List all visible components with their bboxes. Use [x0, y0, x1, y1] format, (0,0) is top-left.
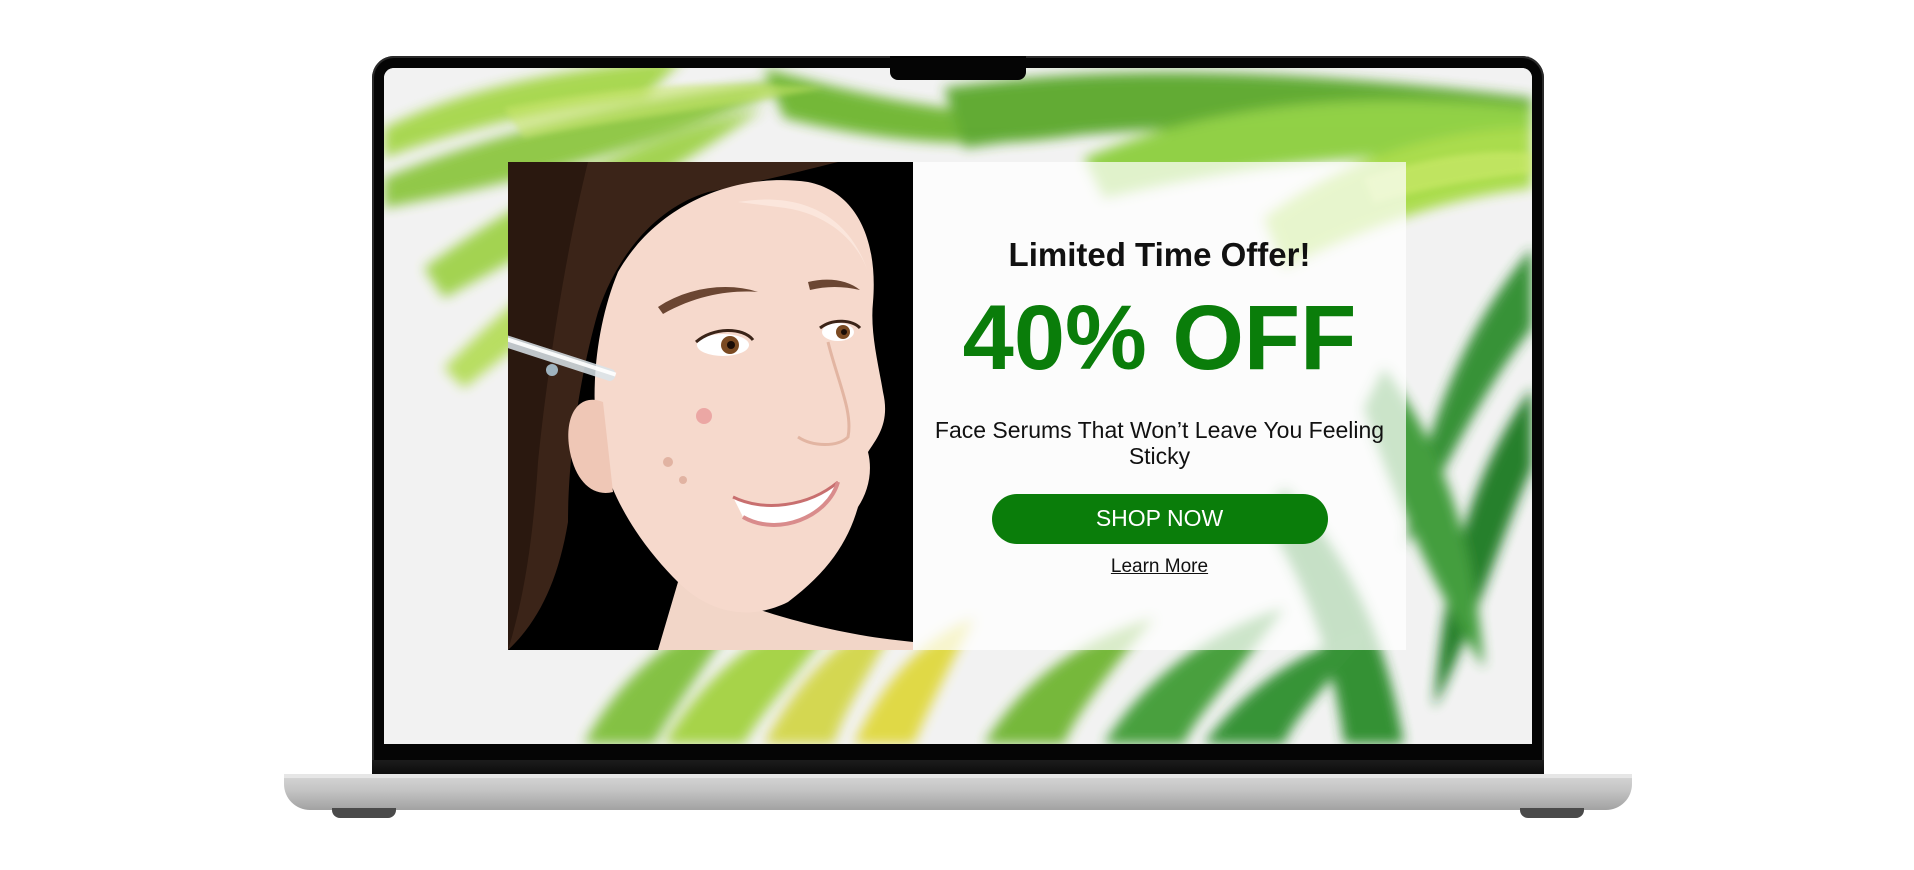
laptop-screen: Limited Time Offer! 40% OFF Face Serums …: [384, 68, 1532, 744]
laptop-lid: Limited Time Offer! 40% OFF Face Serums …: [372, 56, 1544, 776]
learn-more-link[interactable]: Learn More: [1111, 556, 1208, 578]
portrait-illustration: [508, 162, 913, 650]
laptop-base: [284, 774, 1632, 810]
offer-headline: Limited Time Offer!: [1008, 236, 1311, 273]
camera-notch: [890, 56, 1026, 80]
laptop-base-lip: [284, 774, 1632, 778]
shop-now-button[interactable]: SHOP NOW: [991, 493, 1328, 544]
promo-content-panel: Limited Time Offer! 40% OFF Face Serums …: [913, 162, 1406, 650]
discount-amount: 40% OFF: [962, 287, 1357, 389]
laptop-mockup-stage: Limited Time Offer! 40% OFF Face Serums …: [0, 0, 1914, 870]
woman-applying-serum-photo: [508, 162, 913, 650]
product-tagline: Face Serums That Won’t Leave You Feeling…: [934, 417, 1385, 469]
laptop-foot-left: [332, 808, 396, 818]
promo-ad-card: Limited Time Offer! 40% OFF Face Serums …: [508, 162, 1406, 650]
laptop-foot-right: [1520, 808, 1584, 818]
